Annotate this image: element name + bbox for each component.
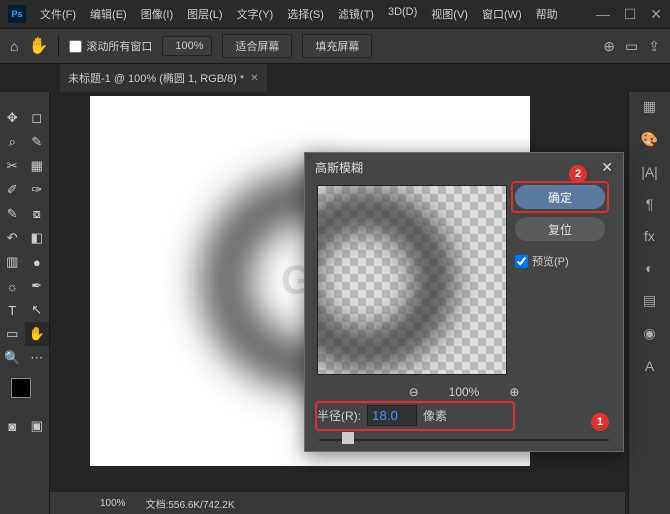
- edit-toolbar[interactable]: ⋯: [25, 346, 50, 370]
- callout-2: 2: [569, 165, 587, 183]
- menu-select[interactable]: 选择(S): [283, 4, 328, 24]
- path-select-tool[interactable]: ↖: [25, 298, 50, 322]
- toolbox: ✥ ◻ ⌕ ✎ ✂ ▦ ✐ ✑ ✎ ⧇ ↶ ◧ ▥ ● ☼ ✒ T ↖ ▭ ✋ …: [0, 92, 50, 514]
- zoom-value[interactable]: 100%: [162, 36, 212, 56]
- dialog-close-icon[interactable]: ✕: [601, 159, 613, 176]
- eraser-tool[interactable]: ◧: [25, 226, 50, 250]
- menu-type[interactable]: 文字(Y): [233, 4, 278, 24]
- history-brush-tool[interactable]: ↶: [0, 226, 25, 250]
- hand-tool-icon[interactable]: ✋: [28, 36, 48, 56]
- frame-tool[interactable]: ▦: [25, 154, 50, 178]
- reset-button[interactable]: 复位: [515, 217, 605, 241]
- marquee-tool[interactable]: ◻: [25, 106, 50, 130]
- titlebar: Ps 文件(F) 编辑(E) 图像(I) 图层(L) 文字(Y) 选择(S) 滤…: [0, 0, 670, 28]
- maximize-icon[interactable]: ☐: [624, 6, 637, 23]
- clone-tool[interactable]: ⧇: [25, 202, 50, 226]
- styles-icon[interactable]: fx: [644, 228, 655, 244]
- histogram-icon[interactable]: ▦: [643, 98, 656, 115]
- healing-tool[interactable]: ✑: [25, 178, 50, 202]
- ok-button[interactable]: 确定: [515, 185, 605, 209]
- callout-1: 1: [591, 413, 609, 431]
- options-bar: ⌂ ✋ 滚动所有窗口 100% 适合屏幕 填充屏幕 ⊕ ▭ ⇪: [0, 28, 670, 64]
- color-icon[interactable]: 🎨: [641, 131, 658, 148]
- gaussian-blur-dialog: 高斯模糊 ✕ 确定 复位 预览(P) ⊖ 100% ⊕ 半径(R): 像素 ▲ …: [304, 152, 624, 452]
- shape-tool[interactable]: ▭: [0, 322, 25, 346]
- menu-view[interactable]: 视图(V): [427, 4, 472, 24]
- gradient-tool[interactable]: ▥: [0, 250, 25, 274]
- menu-layer[interactable]: 图层(L): [183, 4, 226, 24]
- app-logo: Ps: [8, 5, 26, 23]
- crop-tool[interactable]: ✂: [0, 154, 25, 178]
- home-icon[interactable]: ⌂: [10, 38, 18, 54]
- scroll-all-input[interactable]: [69, 40, 82, 53]
- menu-window[interactable]: 窗口(W): [478, 4, 526, 24]
- eyedropper-tool[interactable]: ✐: [0, 178, 25, 202]
- preview-checkbox[interactable]: 预览(P): [515, 253, 605, 269]
- optionbar-right: ⊕ ▭ ⇪: [603, 38, 660, 55]
- fill-screen-button[interactable]: 填充屏幕: [302, 34, 372, 58]
- menu-3d[interactable]: 3D(D): [384, 4, 421, 24]
- fit-screen-button[interactable]: 适合屏幕: [222, 34, 292, 58]
- separator: [58, 35, 59, 57]
- preview-zoom-row: ⊖ 100% ⊕: [305, 385, 623, 399]
- preview-ring: [317, 190, 455, 370]
- scroll-all-label: 滚动所有窗口: [86, 38, 152, 54]
- adjustments-icon[interactable]: ◐: [645, 260, 653, 276]
- hand-tool[interactable]: ✋: [25, 322, 50, 346]
- lasso-tool[interactable]: ⌕: [0, 130, 25, 154]
- quick-select-tool[interactable]: ✎: [25, 130, 50, 154]
- main-menu: 文件(F) 编辑(E) 图像(I) 图层(L) 文字(Y) 选择(S) 滤镜(T…: [36, 4, 562, 24]
- preview-check-input[interactable]: [515, 255, 528, 268]
- menu-help[interactable]: 帮助: [532, 4, 562, 24]
- window-controls: — ☐ ✕: [596, 6, 662, 23]
- move-tool[interactable]: ✥: [0, 106, 25, 130]
- paragraph-icon[interactable]: ¶: [646, 196, 654, 212]
- channels-icon[interactable]: ◉: [643, 325, 655, 342]
- dialog-title: 高斯模糊: [315, 159, 363, 176]
- type-tool[interactable]: T: [0, 298, 25, 322]
- slider-thumb[interactable]: ▲: [342, 432, 354, 444]
- character-icon[interactable]: |A|: [641, 164, 658, 180]
- scroll-all-checkbox[interactable]: 滚动所有窗口: [69, 38, 152, 54]
- menu-edit[interactable]: 编辑(E): [86, 4, 131, 24]
- close-icon[interactable]: ✕: [650, 6, 662, 23]
- zoom-tool[interactable]: 🔍: [0, 346, 25, 370]
- document-tab[interactable]: 未标题-1 @ 100% (椭圆 1, RGB/8) * ✕: [60, 64, 267, 92]
- tab-close-icon[interactable]: ✕: [250, 73, 258, 84]
- radius-label: 半径(R):: [317, 407, 361, 424]
- menu-file[interactable]: 文件(F): [36, 4, 80, 24]
- preview-zoom: 100%: [449, 385, 480, 399]
- foreground-color[interactable]: [11, 378, 31, 398]
- share-icon[interactable]: ⇪: [648, 38, 660, 55]
- color-swatch[interactable]: [11, 378, 39, 406]
- radius-unit: 像素: [423, 407, 447, 424]
- zoom-status[interactable]: 100%: [100, 498, 126, 509]
- pen-tool[interactable]: ✒: [25, 274, 50, 298]
- tab-title: 未标题-1 @ 100% (椭圆 1, RGB/8) *: [68, 70, 244, 86]
- slider-track: [319, 439, 609, 441]
- dodge-tool[interactable]: ☼: [0, 274, 25, 298]
- menu-image[interactable]: 图像(I): [137, 4, 177, 24]
- glyphs-icon[interactable]: A: [645, 358, 654, 374]
- zoom-in-icon[interactable]: ⊕: [509, 385, 519, 399]
- radius-slider[interactable]: ▲: [319, 432, 609, 446]
- workspace-icon[interactable]: ▭: [625, 38, 638, 55]
- screenmode-tool[interactable]: ▣: [25, 414, 50, 438]
- minimize-icon[interactable]: —: [596, 6, 610, 23]
- blur-tool[interactable]: ●: [25, 250, 50, 274]
- layers-icon[interactable]: ▤: [643, 292, 656, 309]
- search-icon[interactable]: ⊕: [603, 38, 615, 55]
- brush-tool[interactable]: ✎: [0, 202, 25, 226]
- status-bar: 100% 文档:556.6K/742.2K: [50, 492, 625, 514]
- doc-info[interactable]: 文档:556.6K/742.2K: [146, 496, 235, 511]
- document-tabs: 未标题-1 @ 100% (椭圆 1, RGB/8) * ✕: [0, 64, 670, 92]
- quickmask-tool[interactable]: ◙: [0, 414, 25, 438]
- menu-filter[interactable]: 滤镜(T): [334, 4, 378, 24]
- preview-area[interactable]: [317, 185, 507, 375]
- radius-row: 半径(R): 像素: [305, 399, 623, 432]
- preview-label: 预览(P): [532, 253, 569, 269]
- right-panel: ▦ 🎨 |A| ¶ fx ◐ ▤ ◉ A: [628, 92, 670, 514]
- zoom-out-icon[interactable]: ⊖: [409, 385, 419, 399]
- radius-input[interactable]: [367, 405, 417, 426]
